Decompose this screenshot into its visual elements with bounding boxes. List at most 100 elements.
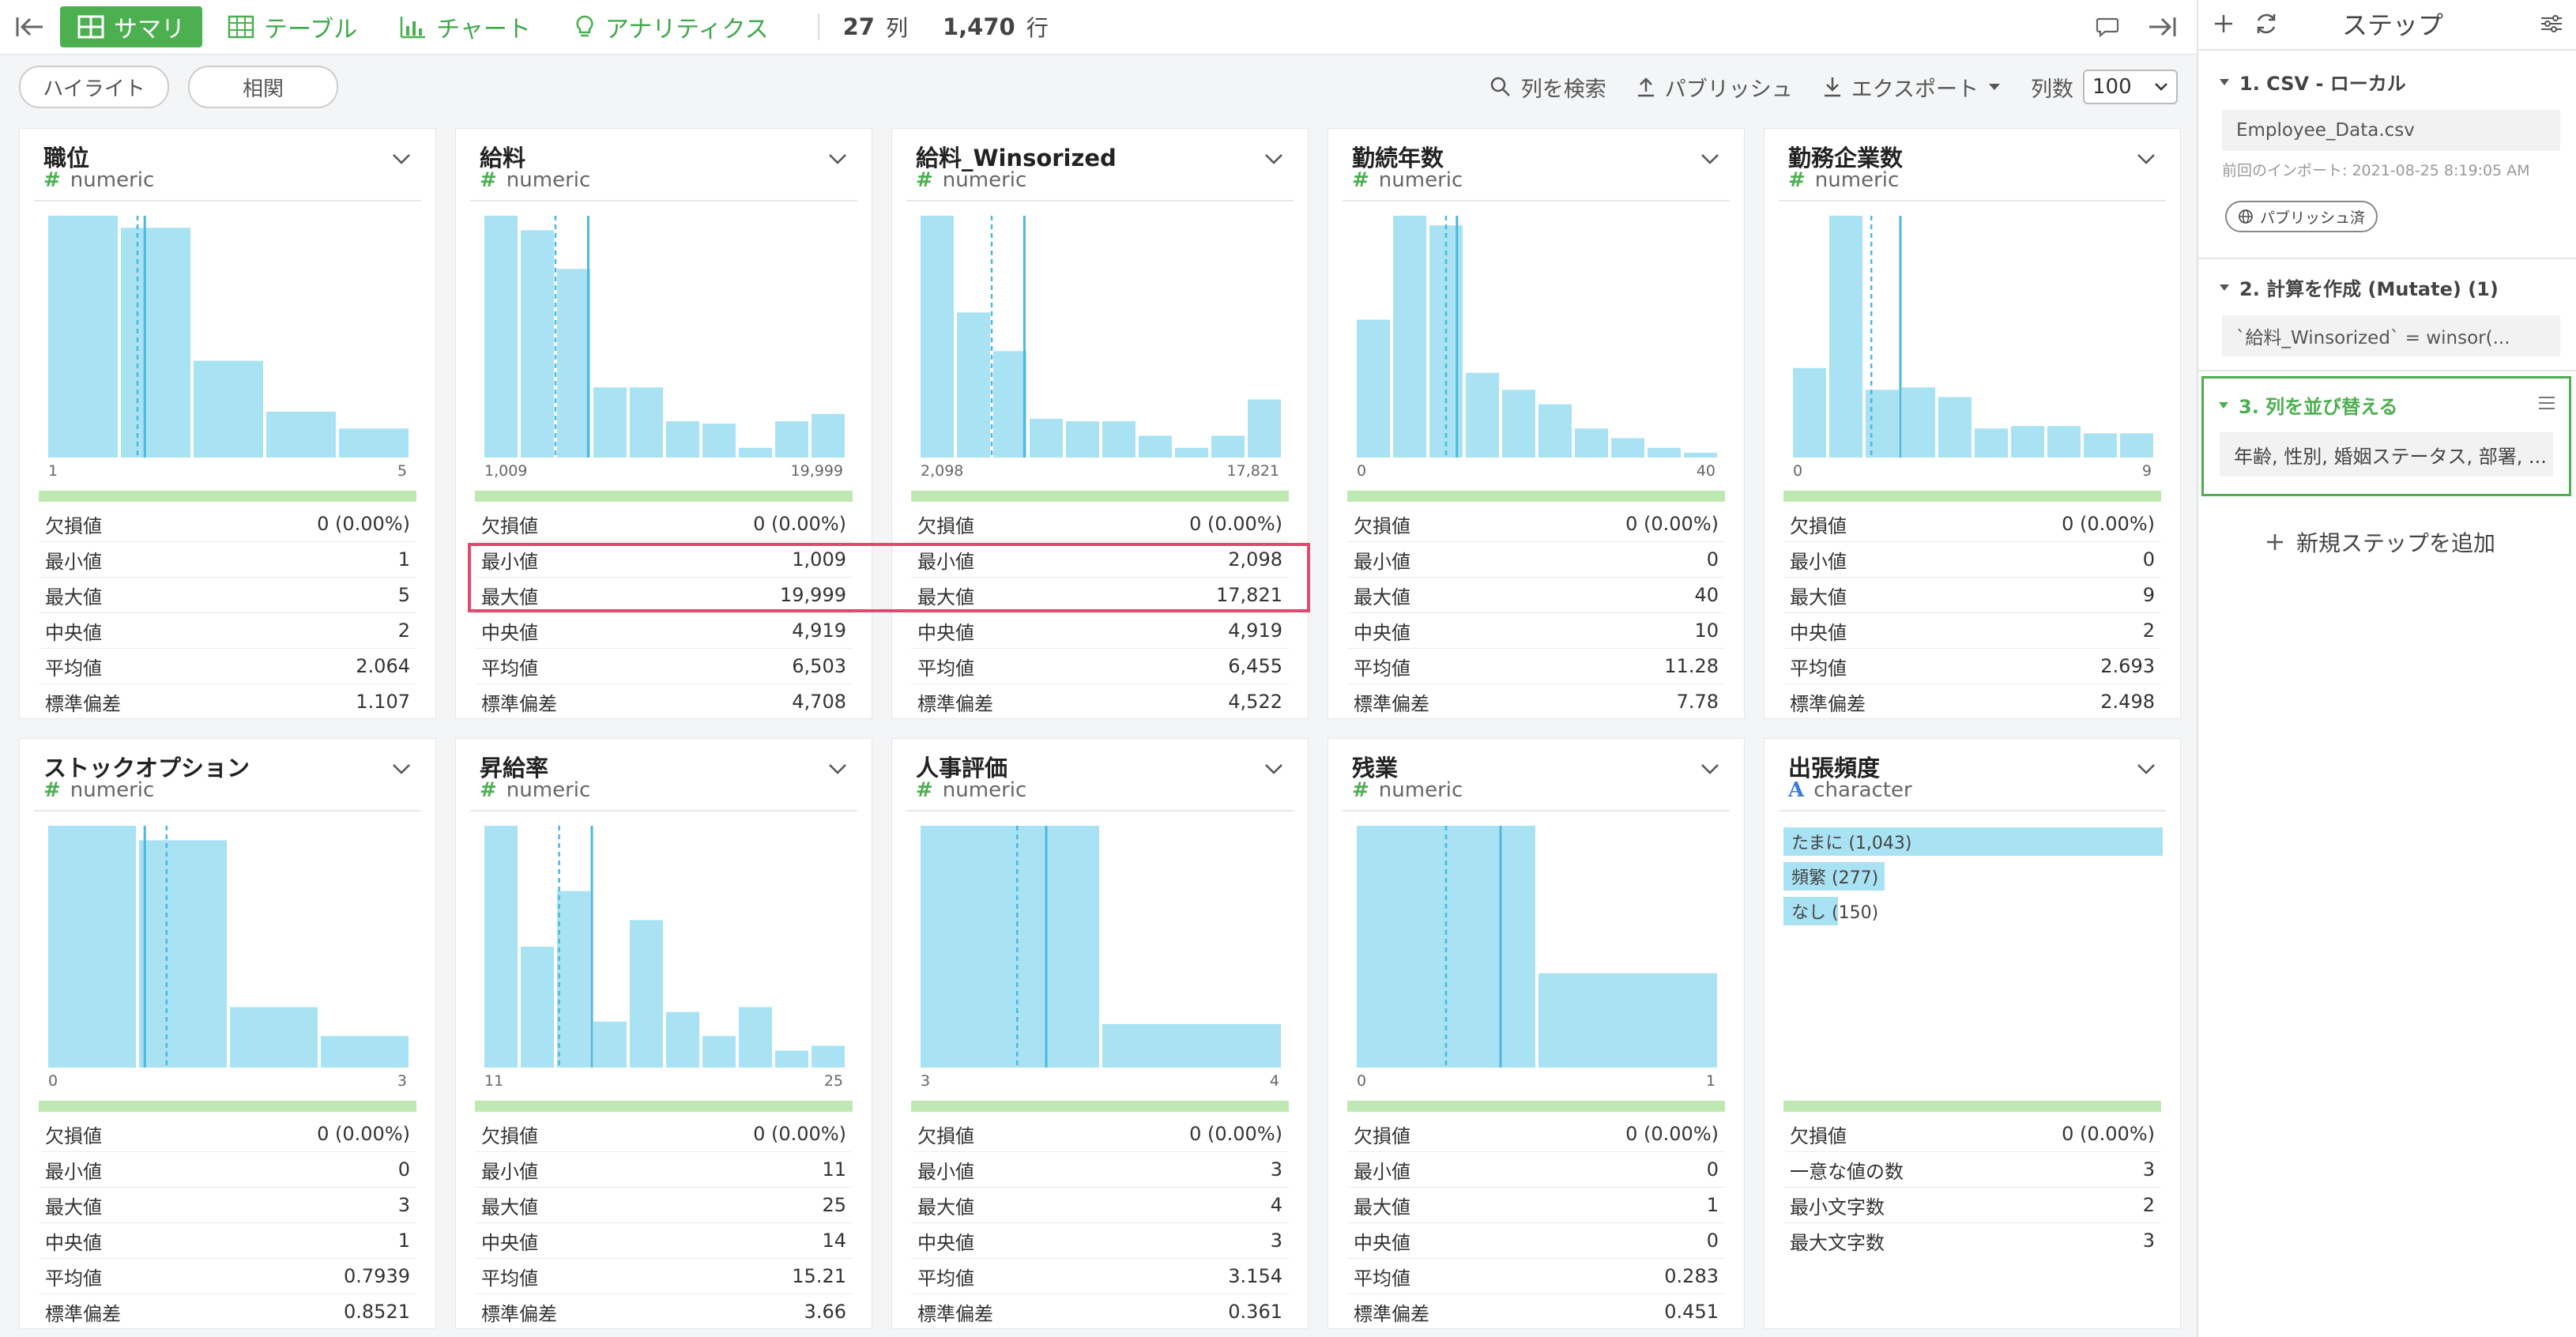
histogram-bar[interactable] [1102,1023,1281,1068]
histogram-bar[interactable] [339,428,409,458]
histogram-bar[interactable] [666,421,699,458]
histogram-bar[interactable] [739,447,772,458]
histogram-bar[interactable] [1902,387,1935,458]
histogram-bar[interactable] [2084,433,2117,458]
tab-analytics[interactable]: アナリティクス [556,6,786,47]
histogram-bar[interactable] [739,1007,772,1068]
category-bar[interactable]: たまに (1,043) [1783,827,2163,856]
histogram-bar[interactable] [557,269,590,458]
chevron-down-icon[interactable] [391,153,412,165]
histogram-bar[interactable] [1466,372,1499,458]
histogram-bar[interactable] [1793,367,1826,458]
histogram-bar[interactable] [1393,216,1426,458]
histogram-bar[interactable] [194,360,263,458]
comment-icon[interactable] [2096,16,2119,38]
chevron-down-icon[interactable] [827,763,848,775]
columns-per-page-select[interactable]: 100 [2083,70,2178,104]
stat-value: 1.107 [356,691,410,713]
step-2[interactable]: 2. 計算を作成 (Mutate) (1) `給料_Winsorized` = … [2205,273,2576,356]
histogram-bar[interactable] [1975,428,2008,458]
histogram-bar[interactable] [702,424,736,458]
histogram-bar[interactable] [1102,421,1135,458]
histogram-bar[interactable] [484,216,518,458]
histogram-bar[interactable] [266,411,336,458]
histogram-bar[interactable] [2011,426,2044,458]
search-columns-button[interactable]: 列を検索 [1489,72,1606,103]
histogram-bar[interactable] [1066,421,1099,458]
step-2-header[interactable]: 2. 計算を作成 (Mutate) (1) [2205,273,2576,301]
collapse-right-icon[interactable] [2146,14,2178,40]
step-1[interactable]: 1. CSV - ローカル Employee_Data.csv 前回のインポート… [2205,68,2576,232]
category-bar[interactable]: 頻繁 (277) [1783,862,1885,891]
chevron-down-icon[interactable] [391,763,412,775]
histogram-bar[interactable] [1357,319,1390,458]
histogram-bar[interactable] [593,387,627,458]
export-button[interactable]: エクスポート [1823,72,2001,103]
stat-row: 中央値 3 [911,1223,1289,1259]
histogram-bar[interactable] [1829,216,1862,458]
menu-icon[interactable] [2537,394,2556,412]
collapse-left-button[interactable] [0,14,60,40]
chevron-down-icon[interactable] [1264,153,1284,165]
histogram-bar[interactable] [1139,435,1172,458]
histogram-bar[interactable] [1175,447,1208,458]
histogram-bar[interactable] [121,228,190,458]
histogram-bar[interactable] [775,1050,808,1068]
histogram-bar[interactable] [921,216,954,458]
add-step-button[interactable]: 新規ステップを追加 [2265,526,2495,558]
stat-label: 平均値 [481,1267,538,1290]
chevron-down-icon[interactable] [1264,763,1284,775]
histogram-bar[interactable] [1502,390,1535,458]
histogram-bar[interactable] [521,230,554,458]
histogram-bar[interactable] [557,891,590,1068]
histogram-bar[interactable] [139,840,227,1068]
histogram-bar[interactable] [1538,973,1717,1068]
histogram-bar[interactable] [48,216,118,458]
chevron-down-icon[interactable] [1700,153,1720,165]
histogram-bar[interactable] [2047,426,2081,458]
histogram-bar[interactable] [775,421,808,458]
chevron-down-icon[interactable] [2136,763,2156,775]
histogram-bar[interactable] [2120,433,2153,458]
histogram-bar[interactable] [1684,452,1717,458]
settings-sliders-icon[interactable] [2540,13,2563,35]
highlight-button[interactable]: ハイライト [19,66,169,108]
histogram-bar[interactable] [812,413,845,458]
histogram-bar[interactable] [1211,435,1245,458]
histogram-bar[interactable] [1611,438,1644,458]
histogram-bar[interactable] [1248,399,1281,458]
histogram-bar[interactable] [593,1021,627,1068]
category-bar[interactable]: なし (150) [1783,897,1878,925]
step-3-header[interactable]: 3. 列を並び替える [2218,391,2397,419]
histogram-bar[interactable] [630,920,663,1068]
histogram-bar[interactable] [484,826,518,1068]
histogram-bar[interactable] [666,1011,699,1068]
chevron-down-icon[interactable] [827,153,848,165]
correlation-button[interactable]: 相関 [188,66,338,108]
histogram-bar[interactable] [702,1036,736,1068]
histogram-bar[interactable] [1538,404,1572,458]
chevron-down-icon[interactable] [2136,153,2156,165]
step-1-header[interactable]: 1. CSV - ローカル [2205,68,2576,96]
histogram-bar[interactable] [630,387,663,458]
histogram-bar[interactable] [957,312,990,458]
histogram-bar[interactable] [321,1036,409,1068]
tab-chart[interactable]: チャート [382,6,548,47]
publish-button[interactable]: パブリッシュ [1636,72,1793,103]
histogram-bar[interactable] [1575,428,1608,458]
histogram-bar[interactable] [230,1007,318,1068]
histogram-bar[interactable] [993,351,1026,458]
histogram-bar[interactable] [1938,397,1972,458]
histogram-bar[interactable] [921,826,1099,1068]
tab-summary[interactable]: サマリ [60,6,202,47]
histogram-bar[interactable] [48,826,136,1068]
plus-icon[interactable] [2213,13,2235,35]
step-3[interactable]: 3. 列を並び替える 年齢, 性別, 婚姻ステータス, 部署, ... [2201,376,2571,496]
histogram-bar[interactable] [812,1045,845,1068]
tab-table[interactable]: テーブル [210,6,375,47]
chevron-down-icon[interactable] [1700,763,1720,775]
histogram-bar[interactable] [1030,419,1063,458]
refresh-icon[interactable] [2254,12,2279,36]
histogram-bar[interactable] [1648,447,1681,458]
histogram-bar[interactable] [521,947,554,1068]
